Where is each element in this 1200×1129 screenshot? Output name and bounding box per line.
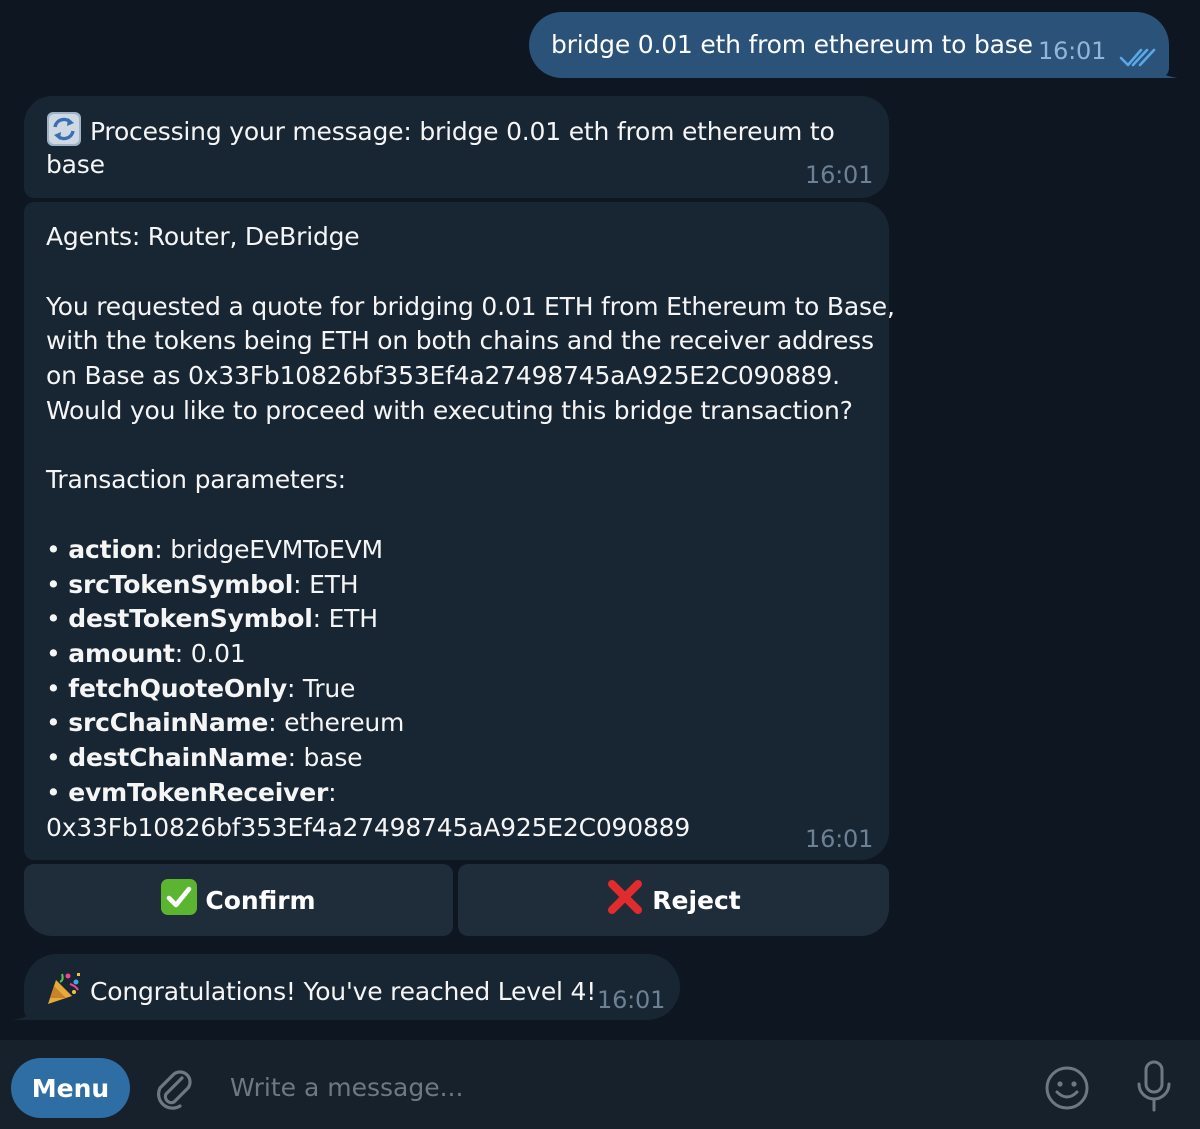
congrats-message[interactable]: Congratulations! You've reached Level 4!… (24, 954, 680, 1020)
agent-response-time: 16:01 (805, 825, 874, 853)
param-key: srcTokenSymbol (68, 570, 294, 599)
param-value: ethereum (276, 708, 405, 737)
processing-message-time: 16:01 (805, 161, 874, 189)
menu-button[interactable]: Menu (11, 1058, 130, 1118)
agents-line: Agents: Router, DeBridge (46, 222, 360, 251)
party-popper-emoji-icon (46, 970, 82, 1004)
param-value: 0.01 (182, 639, 246, 668)
receiver-address: 0x33Fb10826bf353Ef4a27498745aA925E2C0908… (46, 813, 691, 842)
param-key: destChainName (68, 743, 288, 772)
param-value: ETH (320, 604, 378, 633)
param-value: bridgeEVMToEVM (162, 535, 383, 564)
green-check-emoji-icon (161, 879, 198, 921)
param-item: • srcTokenSymbol: ETH (46, 570, 359, 599)
param-value: base (295, 743, 363, 772)
param-item: • action: bridgeEVMToEVM (46, 535, 383, 564)
summary-line: Would you like to proceed with executing… (46, 396, 853, 425)
confirm-button-label: Confirm (205, 885, 316, 915)
refresh-arrows-emoji-icon (46, 112, 82, 146)
confirm-button[interactable]: Confirm (24, 864, 453, 936)
outgoing-message-time: 16:01 (1038, 37, 1107, 65)
param-item: • destTokenSymbol: ETH (46, 604, 378, 633)
processing-message[interactable]: Processing your message: bridge 0.01 eth… (24, 96, 889, 198)
congrats-message-line: Congratulations! You've reached Level 4! (46, 970, 596, 1009)
param-item: • amount: 0.01 (46, 639, 246, 668)
reject-button-label: Reject (652, 885, 741, 915)
congrats-message-time: 16:01 (597, 986, 666, 1014)
param-key: action (68, 535, 155, 564)
paperclip-icon[interactable] (152, 1064, 196, 1114)
incoming-bubble-tail (10, 998, 40, 1020)
params-heading: Transaction parameters: (46, 465, 346, 494)
param-value: ETH (301, 570, 359, 599)
agent-response-message[interactable]: Agents: Router, DeBridge You requested a… (24, 202, 895, 860)
red-cross-emoji-icon (606, 878, 644, 922)
message-composer: Menu (0, 1040, 1200, 1129)
smile-icon[interactable] (1043, 1064, 1091, 1116)
param-key: fetchQuoteOnly (68, 674, 287, 703)
summary-line: with the tokens being ETH on both chains… (46, 326, 874, 355)
param-item: • evmTokenReceiver: (46, 778, 337, 807)
param-item: • destChainName: base (46, 743, 363, 772)
param-item: • srcChainName: ethereum (46, 708, 405, 737)
chat-history: bridge 0.01 eth from ethereum to base 16… (0, 0, 1200, 1040)
microphone-icon[interactable] (1134, 1060, 1174, 1118)
param-key: evmTokenReceiver (68, 778, 329, 807)
param-value: True (295, 674, 356, 703)
outgoing-message[interactable]: bridge 0.01 eth from ethereum to base 16… (529, 12, 1169, 78)
summary-line: You requested a quote for bridging 0.01 … (46, 292, 895, 321)
param-key: srcChainName (68, 708, 269, 737)
outgoing-bubble-tail (1150, 56, 1180, 78)
param-key: destTokenSymbol (68, 604, 313, 633)
param-item: • fetchQuoteOnly: True (46, 674, 356, 703)
processing-message-line-2: base (46, 150, 105, 179)
param-key: amount (68, 639, 175, 668)
processing-message-line-1: Processing your message: bridge 0.01 eth… (46, 112, 835, 149)
summary-line: on Base as 0x33Fb10826bf353Ef4a27498745a… (46, 361, 840, 390)
message-input[interactable] (228, 1062, 1012, 1112)
outgoing-message-text: bridge 0.01 eth from ethereum to base (551, 30, 1033, 59)
reject-button[interactable]: Reject (458, 864, 889, 936)
